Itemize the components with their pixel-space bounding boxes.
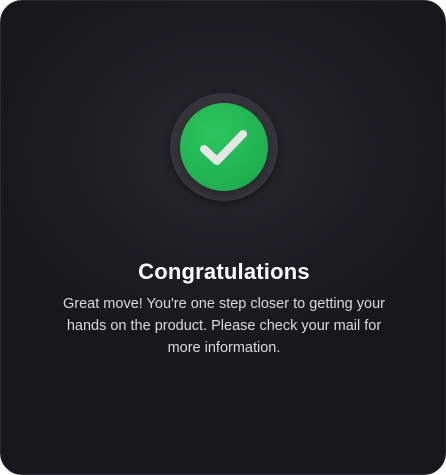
checkmark-icon <box>200 130 247 165</box>
dialog-message: Great move! You're one step closer to ge… <box>63 296 385 356</box>
dialog-title: Congratulations <box>138 259 310 284</box>
success-dialog: Congratulations Great move! You're one s… <box>0 0 446 475</box>
success-badge <box>180 103 268 191</box>
